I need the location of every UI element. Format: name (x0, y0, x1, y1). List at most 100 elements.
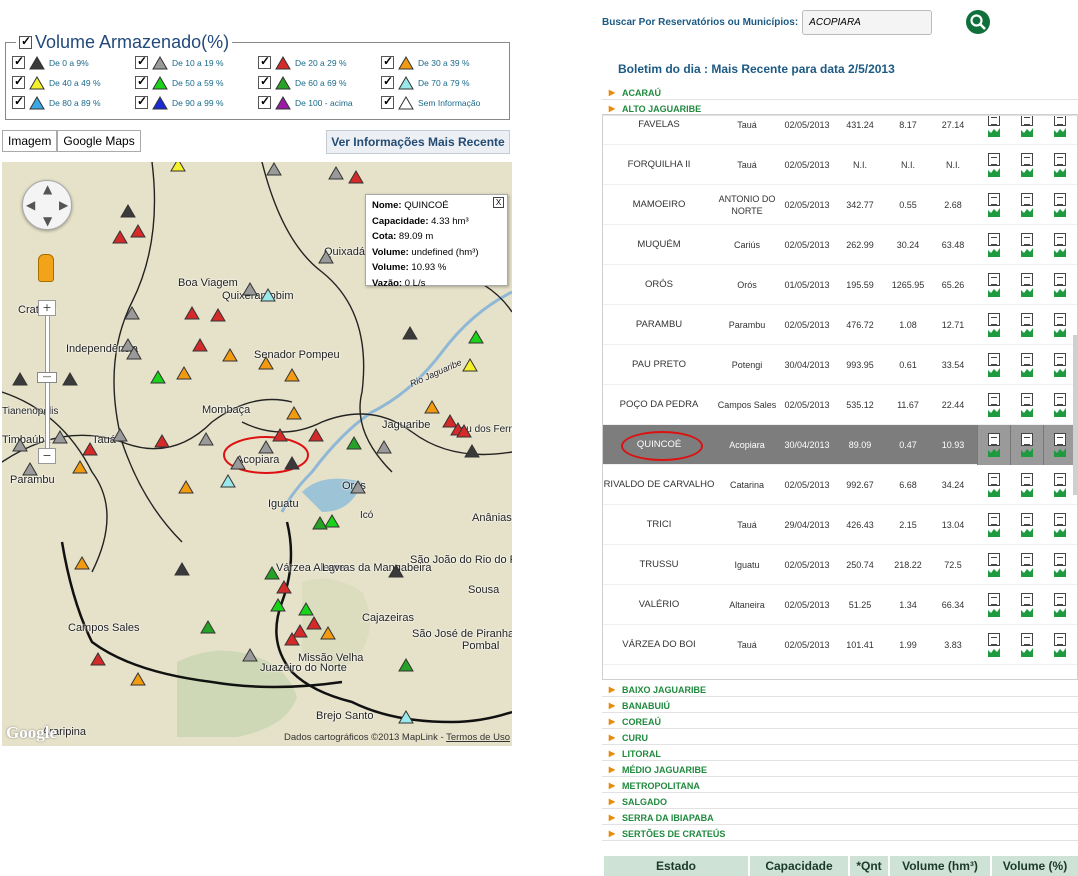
row-action-3[interactable] (1043, 585, 1076, 625)
row-action-1[interactable] (977, 425, 1010, 465)
row-action-2[interactable] (1010, 225, 1043, 265)
table-row[interactable]: TRICI Tauá 29/04/2013 426.43 2.15 13.04 (603, 505, 1077, 545)
table-row[interactable]: MUQUÉM Cariús 02/05/2013 262.99 30.24 63.48 (603, 225, 1077, 265)
legend-item[interactable]: De 10 a 19 % (135, 54, 258, 70)
reservoir-marker[interactable] (260, 288, 276, 302)
region-accordion-header[interactable]: ▶ SERTÕES DE CRATEÚS (602, 827, 1078, 841)
row-action-3[interactable] (1043, 265, 1076, 305)
row-action-2[interactable] (1010, 115, 1043, 145)
table-row[interactable]: PARAMBU Parambu 02/05/2013 476.72 1.08 12.71 (603, 305, 1077, 345)
table-row[interactable]: POÇO DA PEDRA Campos Sales 02/05/2013 535.1… (603, 385, 1077, 425)
row-action-1[interactable] (977, 545, 1010, 585)
reservoir-marker[interactable] (266, 162, 282, 176)
zoom-slider-knob[interactable]: — (37, 372, 57, 383)
summary-col-volume-pct[interactable]: Volume (%) (992, 856, 1078, 876)
reservoir-marker[interactable] (22, 462, 38, 476)
row-action-3[interactable] (1043, 425, 1076, 465)
region-accordion-header[interactable]: ▶ ACARAÚ (602, 86, 1078, 100)
reservoir-marker[interactable] (468, 330, 484, 344)
table-row[interactable]: PAU PRETO Potengi 30/04/2013 993.95 0.61 33.5… (603, 345, 1077, 385)
row-action-1[interactable] (977, 625, 1010, 665)
reservoir-marker[interactable] (264, 566, 280, 580)
reservoir-marker[interactable] (90, 652, 106, 666)
reservoir-marker[interactable] (464, 444, 480, 458)
table-row[interactable]: RIVALDO DE CARVALHO Catarina 02/05/2013 992… (603, 465, 1077, 505)
legend-item[interactable]: De 20 a 29 % (258, 54, 381, 70)
table-row[interactable]: TRUSSU Iguatu 02/05/2013 250.74 218.22 72.5 (603, 545, 1077, 585)
row-action-2[interactable] (1010, 625, 1043, 665)
legend-checkbox[interactable] (381, 94, 394, 109)
reservoir-marker[interactable] (424, 400, 440, 414)
reservoir-marker[interactable] (258, 356, 274, 370)
reservoir-marker[interactable] (72, 460, 88, 474)
reservoir-marker[interactable] (124, 306, 140, 320)
row-action-2[interactable] (1010, 545, 1043, 585)
row-action-3[interactable] (1043, 385, 1076, 425)
reservoir-marker[interactable] (276, 580, 292, 594)
legend-checkbox[interactable] (12, 74, 25, 89)
reservoir-marker[interactable] (320, 626, 336, 640)
region-accordion-header[interactable]: ▶ COREAÚ (602, 715, 1078, 729)
table-scrollbar[interactable] (1073, 335, 1077, 495)
reservoir-marker[interactable] (402, 326, 418, 340)
region-accordion-header[interactable]: ▶ BANABUIÚ (602, 699, 1078, 713)
reservoir-marker[interactable] (258, 440, 274, 454)
reservoir-marker[interactable] (242, 282, 258, 296)
reservoir-marker[interactable] (200, 620, 216, 634)
legend-item[interactable]: De 40 a 49 % (12, 74, 135, 90)
legend-checkbox[interactable] (258, 94, 271, 109)
reservoir-marker[interactable] (150, 370, 166, 384)
row-action-3[interactable] (1043, 345, 1076, 385)
reservoir-marker[interactable] (388, 564, 404, 578)
legend-checkbox[interactable] (258, 54, 271, 69)
legend-item[interactable]: De 30 a 39 % (381, 54, 504, 70)
row-action-2[interactable] (1010, 345, 1043, 385)
row-action-2[interactable] (1010, 425, 1043, 465)
region-accordion-header[interactable]: ▶ ALTO JAGUARIBE (602, 102, 1078, 116)
reservoir-marker[interactable] (318, 250, 334, 264)
reservoir-marker[interactable] (198, 432, 214, 446)
zoom-out-button[interactable]: − (38, 448, 56, 464)
reservoir-marker[interactable] (272, 428, 288, 442)
row-action-3[interactable] (1043, 625, 1076, 665)
reservoir-marker[interactable] (154, 434, 170, 448)
row-action-1[interactable] (977, 345, 1010, 385)
reservoir-marker[interactable] (284, 632, 300, 646)
reservoir-marker[interactable] (170, 162, 186, 172)
reservoir-marker[interactable] (398, 658, 414, 672)
reservoir-marker[interactable] (350, 480, 366, 494)
region-accordion-header[interactable]: ▶ SERRA DA IBIAPABA (602, 811, 1078, 825)
reservoir-marker[interactable] (120, 204, 136, 218)
row-action-2[interactable] (1010, 465, 1043, 505)
region-accordion-header[interactable]: ▶ METROPOLITANA (602, 779, 1078, 793)
table-row[interactable]: FORQUILHA II Tauá 02/05/2013 N.I. N.I. N.I. (603, 145, 1077, 185)
table-row[interactable]: VÁRZEA DO BOI Tauá 02/05/2013 101.41 1.99 3.8… (603, 625, 1077, 665)
reservoir-marker[interactable] (184, 306, 200, 320)
legend-item[interactable]: De 0 a 9% (12, 54, 135, 70)
reservoir-marker[interactable] (82, 442, 98, 456)
zoom-slider-track[interactable] (45, 308, 50, 458)
row-action-1[interactable] (977, 305, 1010, 345)
reservoir-marker[interactable] (270, 598, 286, 612)
reservoir-marker[interactable] (52, 430, 68, 444)
reservoir-marker[interactable] (130, 224, 146, 238)
row-action-2[interactable] (1010, 185, 1043, 225)
reservoir-marker[interactable] (176, 366, 192, 380)
reservoir-marker[interactable] (312, 516, 328, 530)
reservoir-marker[interactable] (242, 648, 258, 662)
legend-checkbox[interactable] (12, 94, 25, 109)
ver-informacoes-button[interactable]: Ver Informações Mais Recente (326, 130, 510, 154)
legend-checkbox[interactable] (135, 94, 148, 109)
search-input[interactable]: ACOPIARA (802, 10, 933, 35)
reservoir-marker[interactable] (308, 428, 324, 442)
pan-right-icon[interactable]: ▶ (59, 198, 68, 212)
reservoir-marker[interactable] (112, 428, 128, 442)
row-action-2[interactable] (1010, 265, 1043, 305)
row-action-1[interactable] (977, 145, 1010, 185)
legend-checkbox[interactable] (258, 74, 271, 89)
reservoir-map[interactable]: CrateúsBoa ViagemQuixeramobimQuixadáInde… (2, 162, 512, 746)
row-action-3[interactable] (1043, 145, 1076, 185)
reservoir-marker[interactable] (348, 170, 364, 184)
row-action-3[interactable] (1043, 505, 1076, 545)
reservoir-marker[interactable] (298, 602, 314, 616)
